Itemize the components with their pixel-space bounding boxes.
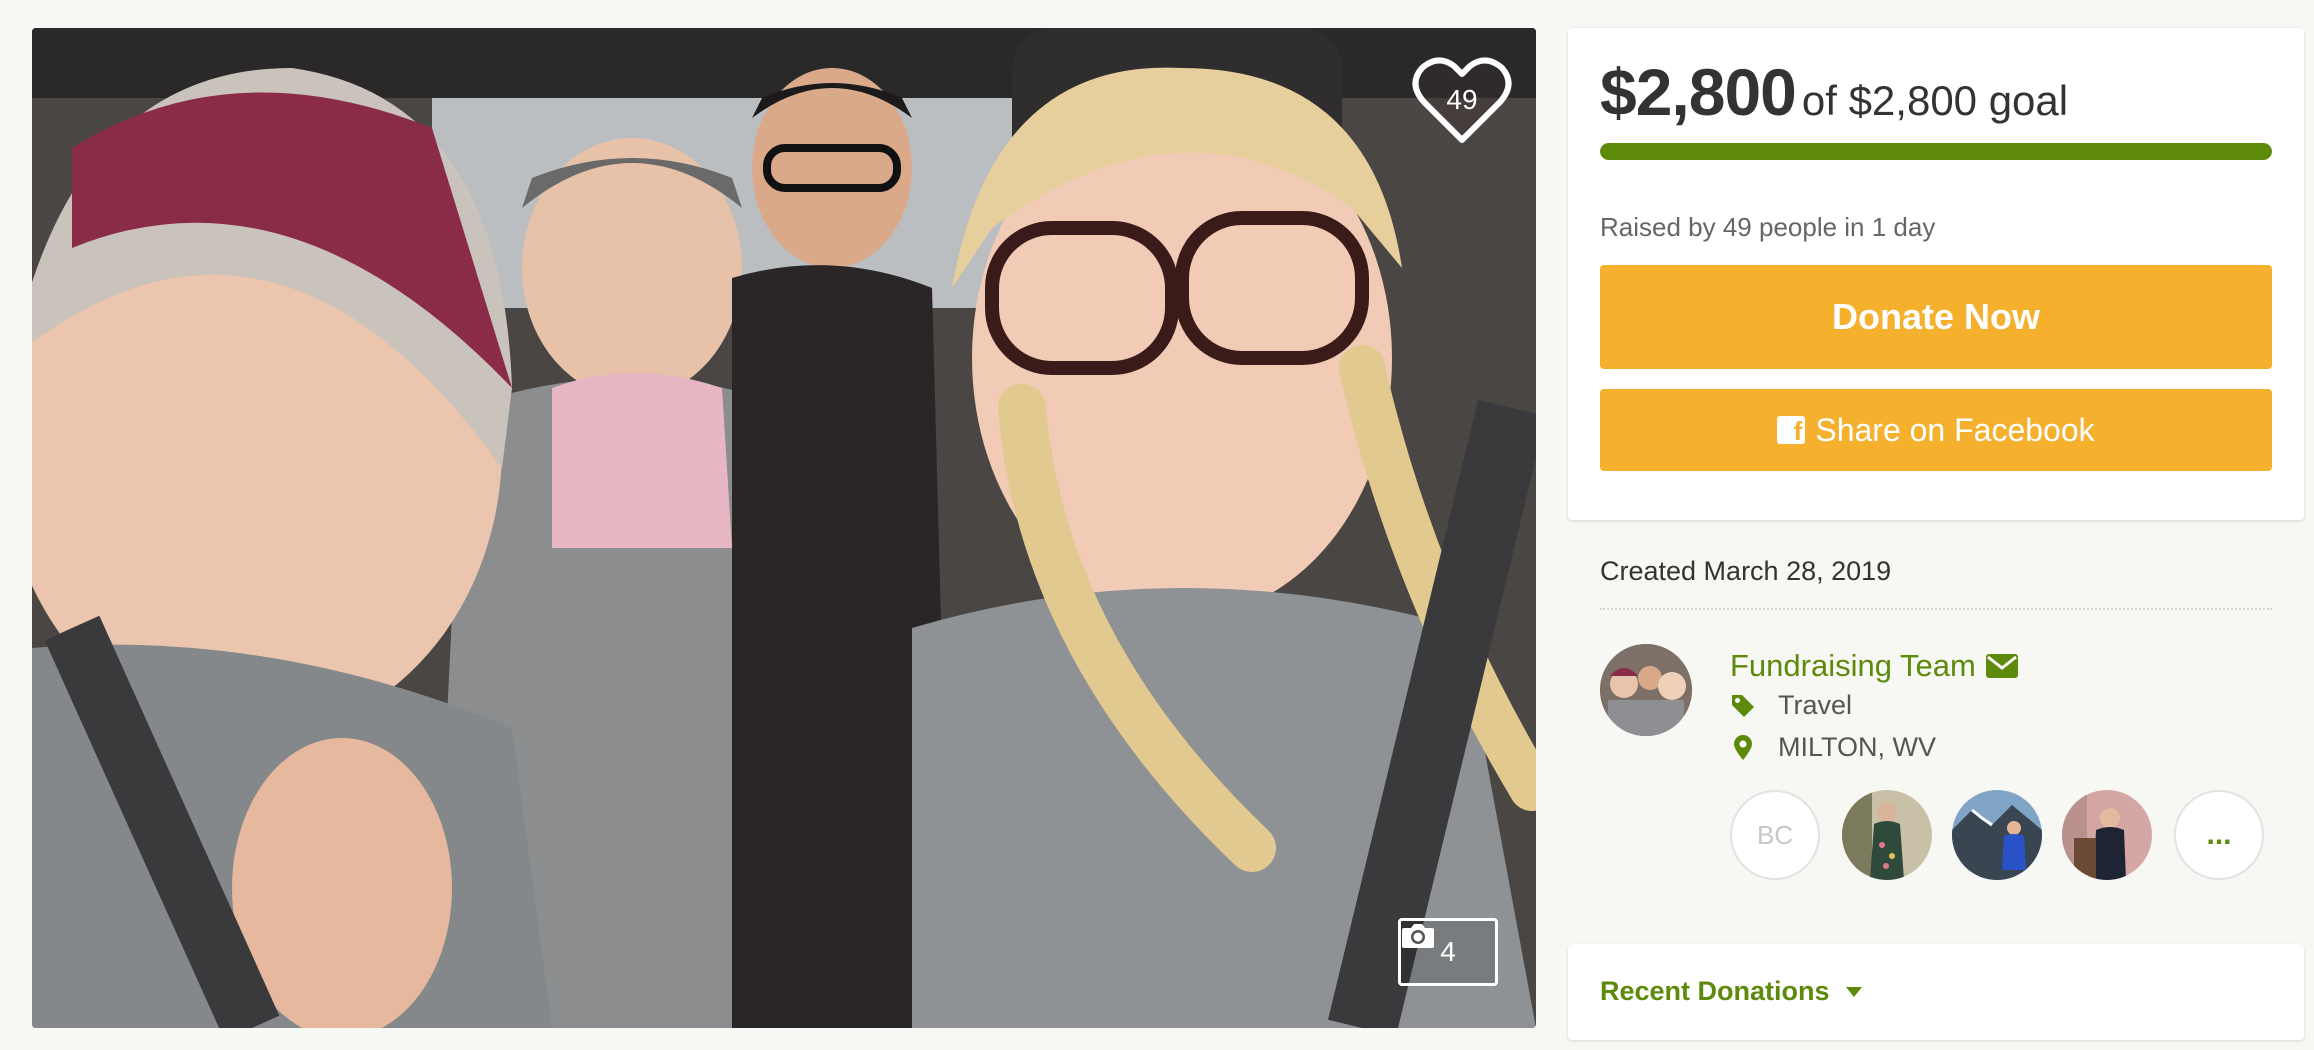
location-label: MILTON, WV (1778, 732, 1937, 762)
recent-donations-label: Recent Donations (1600, 976, 1830, 1006)
raised-amount: $2,800 (1600, 55, 1797, 129)
divider (1600, 608, 2272, 610)
team-avatar[interactable] (1600, 644, 1692, 736)
more-members-label: ... (2206, 818, 2232, 851)
camera-icon (1402, 924, 1434, 948)
photo-count: 4 (1440, 936, 1456, 967)
location-row: MILTON, WV (1730, 732, 1936, 763)
fundraising-team-link[interactable]: Fundraising Team (1730, 648, 2018, 684)
recent-donations-toggle[interactable]: Recent Donations (1600, 976, 1862, 1007)
caret-down-icon (1845, 986, 1862, 997)
share-facebook-button[interactable]: f Share on Facebook (1600, 389, 2272, 471)
member-avatar-image (1842, 790, 1932, 880)
member-avatar-4[interactable] (2062, 790, 2152, 880)
photo-gallery-button[interactable]: 4 (1398, 918, 1498, 986)
donate-now-label: Donate Now (1831, 296, 2040, 337)
facebook-icon: f (1777, 416, 1806, 444)
goal-text: of $2,800 goal (1801, 77, 2069, 124)
member-initials: BC (1756, 819, 1794, 850)
team-name: Fundraising Team (1730, 648, 1976, 683)
member-avatar-3[interactable] (1952, 790, 2042, 880)
campaign-photo[interactable]: 49 4 (32, 28, 1536, 1028)
donate-now-button[interactable]: Donate Now (1600, 265, 2272, 369)
photo-illustration (32, 28, 1536, 1028)
created-date: Created March 28, 2019 (1600, 556, 1892, 586)
recent-donations-panel: Recent Donations (1568, 944, 2304, 1040)
progress-fill (1600, 143, 2272, 160)
raised-by-text: Raised by 49 people in 1 day (1600, 212, 1936, 242)
member-avatar-image (1952, 790, 2042, 880)
member-avatar-initials[interactable]: BC (1730, 790, 1820, 880)
amount-line: $2,800 of $2,800 goal (1600, 54, 2068, 130)
like-count: 49 (1446, 84, 1478, 115)
team-avatar-image (1600, 644, 1692, 736)
envelope-icon[interactable] (1985, 654, 2018, 678)
tag-icon (1732, 694, 1754, 717)
donation-panel: $2,800 of $2,800 goal Raised by 49 people… (1568, 28, 2304, 520)
progress-bar (1600, 143, 2272, 160)
member-avatar-image (2062, 790, 2152, 880)
location-pin-icon (1734, 734, 1752, 760)
member-avatar-2[interactable] (1842, 790, 1932, 880)
category-label: Travel (1778, 690, 1853, 720)
like-heart[interactable]: 49 (1412, 56, 1512, 146)
category-row[interactable]: Travel (1730, 690, 1852, 721)
share-facebook-label: Share on Facebook (1815, 411, 2095, 448)
more-members-button[interactable]: ... (2174, 790, 2264, 880)
